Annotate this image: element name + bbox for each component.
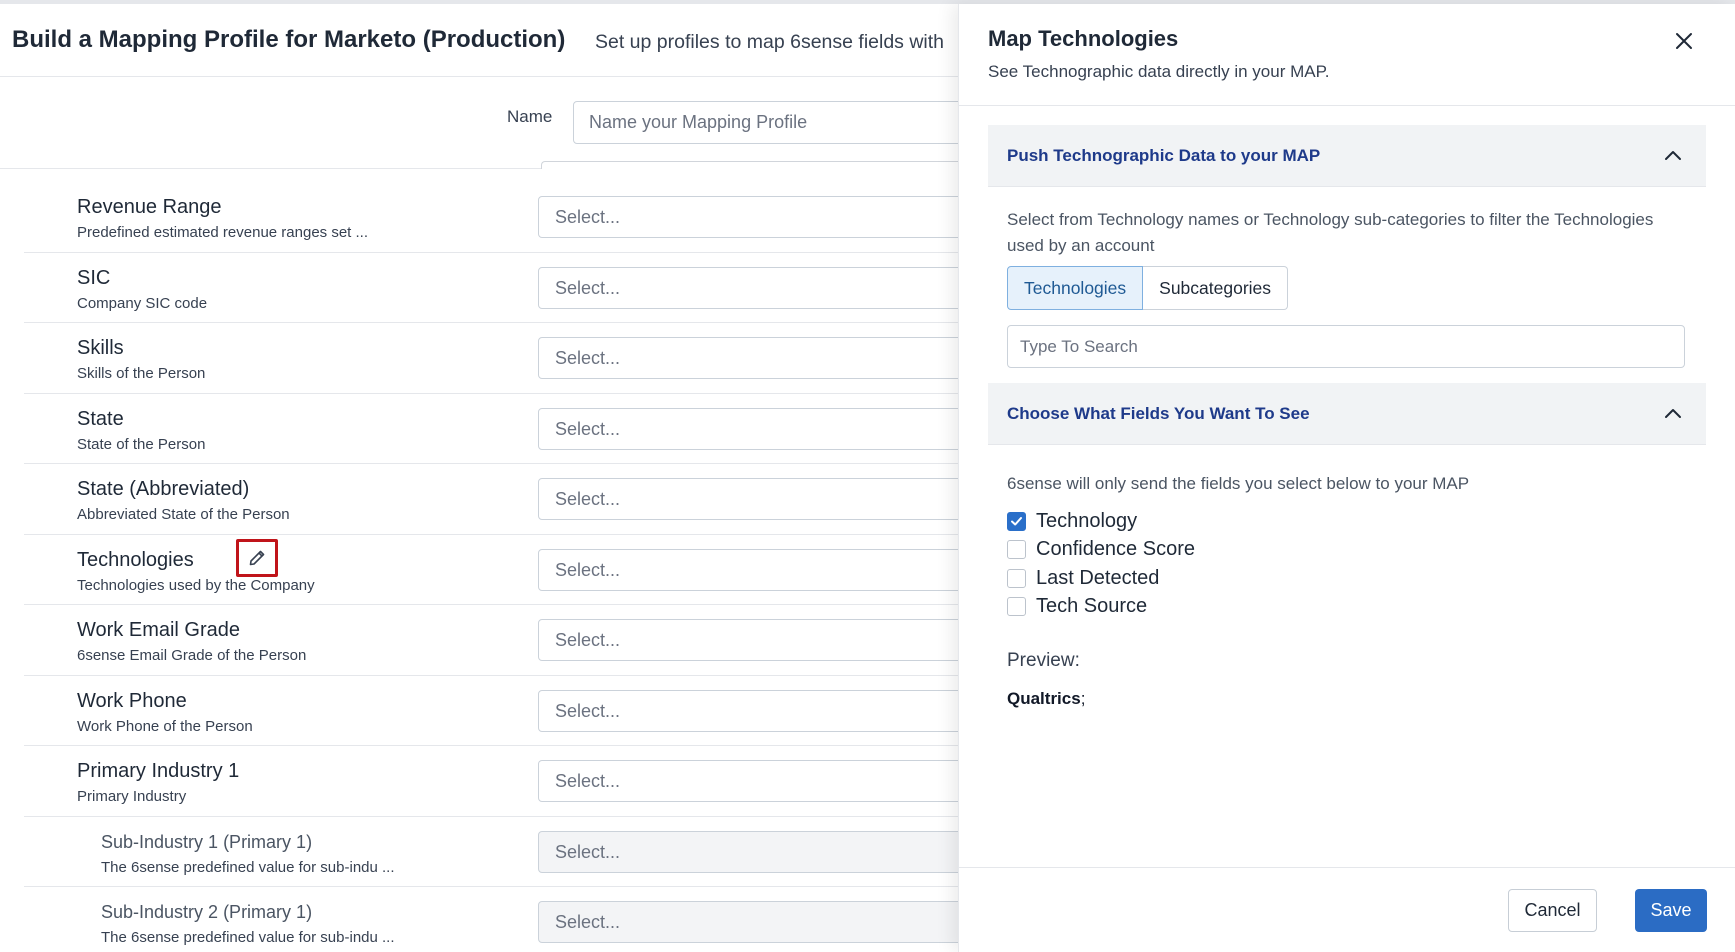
- field-description: State of the Person: [77, 435, 206, 453]
- field-name: Sub-Industry 2 (Primary 1): [101, 902, 313, 922]
- checkbox-label: Technology: [1036, 509, 1138, 532]
- field-description: The 6sense predefined value for sub-indu…: [101, 929, 395, 946]
- field-name: Work Phone: [77, 689, 187, 712]
- field-row-state: State State of the Person Select...: [24, 394, 1038, 464]
- drawer-subtitle: See Technographic data directly in your …: [988, 62, 1330, 81]
- save-button[interactable]: Save: [1635, 889, 1707, 932]
- section-choose-fields-header[interactable]: Choose What Fields You Want To See: [988, 383, 1706, 445]
- field-row-sub-industry-2: Sub-Industry 2 (Primary 1) The 6sense pr…: [24, 887, 1038, 952]
- preview-technology: Qualtrics: [1007, 689, 1081, 708]
- field-name: Work Email Grade: [77, 619, 241, 641]
- field-name: Revenue Range: [77, 196, 222, 218]
- field-description: Company SIC code: [77, 294, 208, 312]
- checkbox[interactable]: [1007, 597, 1026, 617]
- tab-subcategories[interactable]: Subcategories: [1143, 266, 1289, 310]
- section-push-technographic-header[interactable]: Push Technographic Data to your MAP: [988, 125, 1706, 187]
- field-row-revenue-range: Revenue Range Predefined estimated reven…: [24, 182, 1038, 253]
- checkbox-label: Confidence Score: [1036, 538, 1195, 561]
- filter-type-toggle: Technologies Subcategories: [1007, 266, 1289, 310]
- field-description: Abbreviated State of the Person: [77, 506, 290, 523]
- technology-search-input[interactable]: [1007, 325, 1685, 368]
- divider: [0, 168, 541, 169]
- checkbox-tech-source[interactable]: Tech Source: [1007, 593, 1195, 622]
- checkbox-confidence-score[interactable]: Confidence Score: [1007, 536, 1195, 565]
- field-name: Primary Industry 1: [77, 760, 240, 782]
- field-row-sic: SIC Company SIC code Select...: [24, 253, 1038, 323]
- checkbox[interactable]: [1007, 540, 1026, 560]
- field-name: SIC: [77, 266, 111, 289]
- pencil-icon: [249, 550, 265, 565]
- tab-technologies[interactable]: Technologies: [1007, 266, 1144, 310]
- edit-technologies-button[interactable]: [236, 538, 278, 577]
- preview-separator: ;: [1080, 689, 1086, 708]
- map-technologies-drawer: Map Technologies See Technographic data …: [958, 4, 1735, 952]
- divider: [541, 161, 1001, 169]
- field-name: State (Abbreviated): [77, 478, 250, 500]
- field-name: State: [77, 407, 124, 430]
- page-title: Build a Mapping Profile for Marketo (Pro…: [12, 26, 566, 53]
- section-title: Choose What Fields You Want To See: [1007, 404, 1310, 423]
- close-button[interactable]: [1669, 26, 1699, 56]
- name-label: Name: [507, 107, 553, 126]
- field-row-skills: Skills Skills of the Person Select...: [24, 323, 1038, 394]
- section-description: Select from Technology names or Technolo…: [1007, 210, 1654, 255]
- field-description: Skills of the Person: [77, 365, 206, 382]
- divider: [959, 867, 1735, 868]
- field-name: Sub-Industry 1 (Primary 1): [101, 831, 313, 852]
- checkbox-label: Last Detected: [1036, 566, 1160, 589]
- field-row-technologies: Technologies Technologies used by the Co…: [24, 535, 1038, 605]
- section-title: Push Technographic Data to your MAP: [1007, 146, 1321, 165]
- cancel-button[interactable]: Cancel: [1508, 889, 1597, 932]
- checkbox-technology[interactable]: Technology: [1007, 507, 1195, 536]
- preview-value: Qualtrics;: [1007, 689, 1085, 709]
- section-description: 6sense will only send the fields you sel…: [1007, 474, 1470, 493]
- divider: [959, 105, 1735, 106]
- field-description: 6sense Email Grade of the Person: [77, 647, 307, 664]
- field-row-sub-industry-1: Sub-Industry 1 (Primary 1) The 6sense pr…: [24, 817, 1038, 887]
- field-description: Primary Industry: [77, 788, 187, 805]
- field-checkbox-list: Technology Confidence Score Last Detecte…: [1007, 507, 1195, 621]
- checkbox-label: Tech Source: [1036, 595, 1148, 618]
- checkbox[interactable]: [1007, 511, 1026, 531]
- field-row-work-phone: Work Phone Work Phone of the Person Sele…: [24, 676, 1038, 746]
- page-subtitle: Set up profiles to map 6sense fields wit…: [595, 31, 945, 53]
- checkbox-last-detected[interactable]: Last Detected: [1007, 564, 1195, 593]
- drawer-title: Map Technologies: [988, 26, 1179, 51]
- field-description: The 6sense predefined value for sub-indu…: [101, 858, 395, 876]
- field-name: Skills: [77, 337, 124, 359]
- field-row-work-email-grade: Work Email Grade 6sense Email Grade of t…: [24, 605, 1038, 676]
- preview-label: Preview:: [1007, 650, 1080, 671]
- field-description: Work Phone of the Person: [77, 717, 253, 735]
- chevron-up-icon: [1665, 409, 1681, 418]
- close-icon: [1676, 33, 1692, 49]
- field-description: Technologies used by the Company: [77, 576, 315, 594]
- field-name: Technologies: [77, 548, 194, 571]
- checkbox[interactable]: [1007, 568, 1026, 588]
- field-row-state-abbreviated: State (Abbreviated) Abbreviated State of…: [24, 464, 1038, 535]
- field-list: Revenue Range Predefined estimated reven…: [24, 182, 1038, 952]
- field-row-primary-industry-1: Primary Industry 1 Primary Industry Sele…: [24, 746, 1038, 817]
- check-icon: [1011, 516, 1022, 526]
- chevron-up-icon: [1665, 151, 1681, 160]
- field-description: Predefined estimated revenue ranges set …: [77, 224, 369, 241]
